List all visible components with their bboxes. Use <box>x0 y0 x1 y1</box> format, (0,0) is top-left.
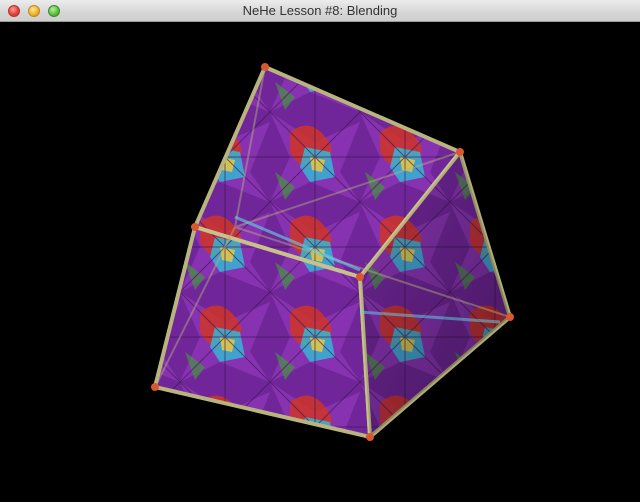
app-window: NeHe Lesson #8: Blending <box>0 0 640 502</box>
cube-render <box>151 63 514 442</box>
cube <box>151 63 514 442</box>
window-title: NeHe Lesson #8: Blending <box>242 3 398 18</box>
title-bar[interactable]: NeHe Lesson #8: Blending <box>0 0 640 22</box>
opengl-canvas[interactable] <box>0 22 640 502</box>
